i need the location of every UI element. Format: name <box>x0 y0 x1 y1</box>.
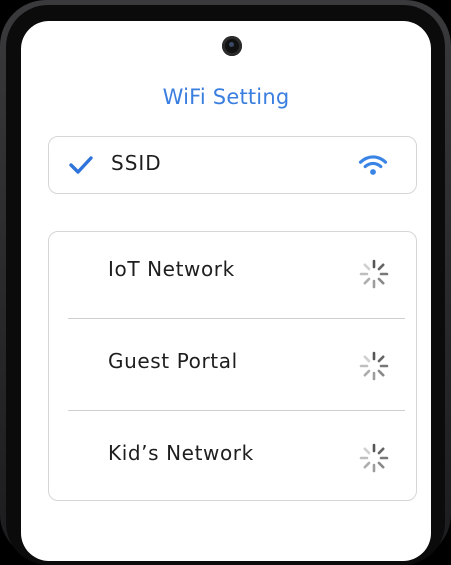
network-item-guest-portal[interactable]: Guest Portal <box>49 324 416 412</box>
connected-network-card[interactable]: SSID <box>48 136 417 194</box>
network-item-label: Guest Portal <box>108 349 238 373</box>
available-networks-list: IoT Network Guest Portal Kid’s Network <box>48 231 417 501</box>
network-item-kids-network[interactable]: Kid’s Network <box>49 416 416 504</box>
divider <box>68 318 405 319</box>
network-item-label: Kid’s Network <box>108 441 254 465</box>
check-icon <box>69 156 93 174</box>
loading-spinner-icon <box>359 351 389 381</box>
wifi-icon <box>358 155 388 175</box>
ssid-label: SSID <box>111 151 162 175</box>
divider <box>68 410 405 411</box>
loading-spinner-icon <box>359 443 389 473</box>
loading-spinner-icon <box>359 259 389 289</box>
phone-screen: WiFi Setting SSID IoT Network Guest Port… <box>21 21 431 561</box>
page-title: WiFi Setting <box>162 85 290 109</box>
network-item-iot-network[interactable]: IoT Network <box>49 232 416 320</box>
network-item-label: IoT Network <box>108 257 235 281</box>
front-camera-icon <box>222 36 242 56</box>
